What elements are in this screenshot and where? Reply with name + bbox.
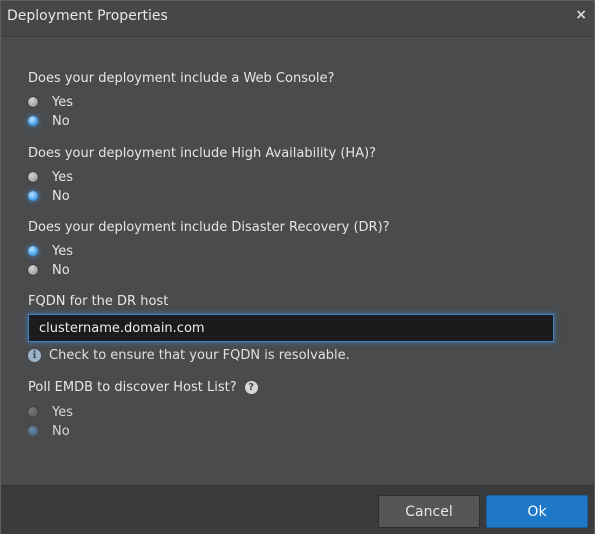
- radio-label: No: [52, 423, 70, 439]
- radio-label: No: [52, 113, 70, 129]
- info-icon: i: [28, 349, 41, 362]
- radio-label: Yes: [52, 243, 73, 259]
- radio-ha-yes[interactable]: Yes: [28, 168, 73, 186]
- radio-unchecked-icon: [28, 97, 38, 107]
- radio-label: Yes: [52, 169, 73, 185]
- radio-dr-no[interactable]: No: [28, 261, 70, 279]
- radio-checked-icon: [28, 191, 38, 201]
- ok-button[interactable]: Ok: [486, 495, 588, 528]
- radio-ha-no[interactable]: No: [28, 187, 70, 205]
- deployment-properties-dialog: Deployment Properties × Does your deploy…: [0, 0, 595, 534]
- radio-label: Yes: [52, 404, 73, 420]
- fqdn-input[interactable]: [28, 314, 554, 342]
- radio-label: Yes: [52, 94, 73, 110]
- radio-web-console-no[interactable]: No: [28, 112, 70, 130]
- radio-dr-yes[interactable]: Yes: [28, 242, 73, 260]
- dialog-title: Deployment Properties: [7, 8, 168, 24]
- fqdn-hint: i Check to ensure that your FQDN is reso…: [28, 348, 350, 363]
- radio-disabled-checked-icon: [28, 426, 38, 436]
- radio-checked-icon: [28, 246, 38, 256]
- poll-emdb-text: Poll EMDB to discover Host List?: [28, 380, 237, 395]
- close-icon[interactable]: ×: [575, 7, 587, 23]
- radio-label: No: [52, 262, 70, 278]
- radio-web-console-yes[interactable]: Yes: [28, 93, 73, 111]
- fqdn-label: FQDN for the DR host: [28, 294, 169, 309]
- dialog-titlebar: Deployment Properties ×: [1, 1, 594, 37]
- question-web-console: Does your deployment include a Web Conso…: [28, 71, 335, 86]
- fqdn-hint-text: Check to ensure that your FQDN is resolv…: [49, 348, 350, 363]
- radio-disabled-icon: [28, 407, 38, 417]
- radio-unchecked-icon: [28, 265, 38, 275]
- radio-poll-no[interactable]: No: [28, 422, 70, 440]
- question-high-availability: Does your deployment include High Availa…: [28, 146, 377, 161]
- help-icon[interactable]: ?: [244, 381, 258, 394]
- radio-unchecked-icon: [28, 172, 38, 182]
- question-disaster-recovery: Does your deployment include Disaster Re…: [28, 220, 390, 235]
- dialog-footer: Cancel Ok: [1, 485, 594, 534]
- question-poll-emdb: Poll EMDB to discover Host List??: [28, 380, 258, 395]
- radio-label: No: [52, 188, 70, 204]
- radio-poll-yes[interactable]: Yes: [28, 403, 73, 421]
- cancel-button[interactable]: Cancel: [378, 495, 480, 528]
- radio-checked-icon: [28, 116, 38, 126]
